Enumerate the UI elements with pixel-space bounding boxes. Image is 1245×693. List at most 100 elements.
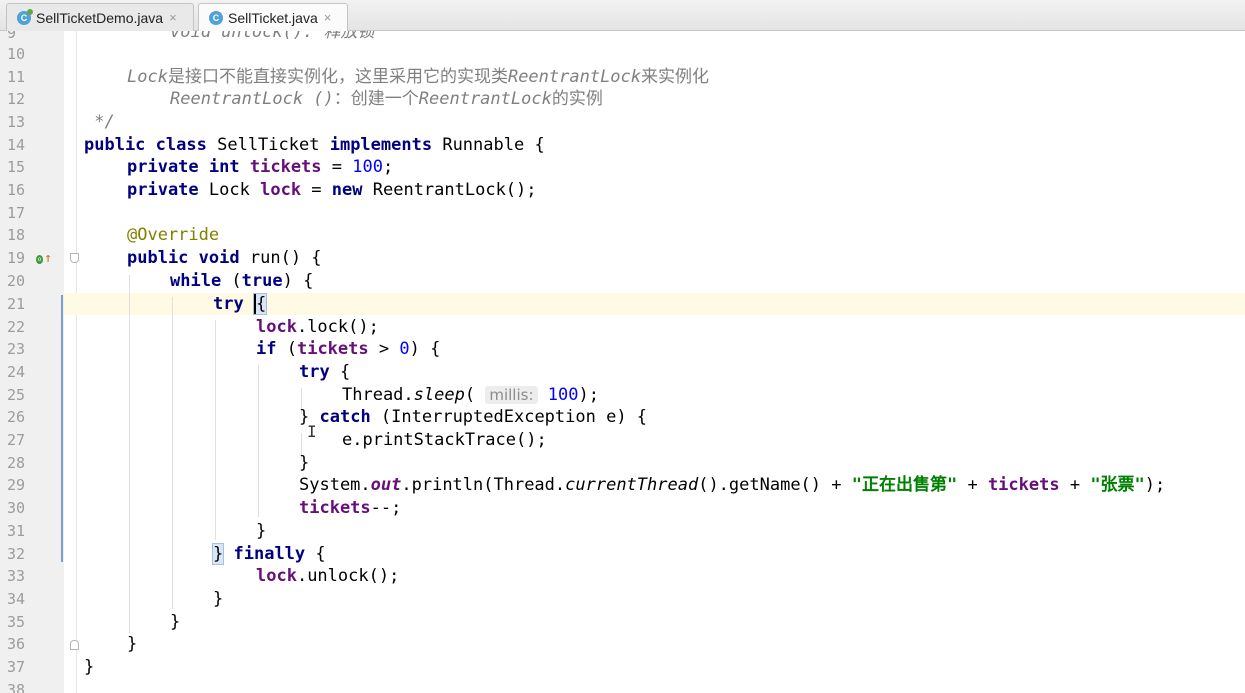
line-number: 15 bbox=[7, 158, 26, 176]
editor-tab-bar: C SellTicketDemo.java × C SellTicket.jav… bbox=[0, 0, 1245, 31]
code-token: class bbox=[155, 135, 207, 155]
line-number: 35 bbox=[7, 613, 26, 631]
code-token: void bbox=[198, 248, 240, 268]
code-line: } bbox=[84, 656, 94, 678]
code-token: = bbox=[321, 157, 353, 177]
line-number: 19 bbox=[7, 249, 26, 267]
code-token: tickets bbox=[987, 475, 1060, 495]
java-class-icon: C bbox=[209, 10, 223, 25]
code-token: ( bbox=[221, 271, 242, 291]
code-token: "正在出售第" bbox=[851, 475, 958, 495]
line-number: 16 bbox=[7, 181, 26, 199]
line-number: 14 bbox=[7, 136, 26, 154]
tab-label: SellTicketDemo.java bbox=[36, 9, 164, 26]
close-icon[interactable]: × bbox=[169, 10, 177, 25]
line-number: 10 bbox=[7, 45, 26, 63]
code-token: ) { bbox=[282, 271, 314, 291]
line-number: 11 bbox=[7, 68, 26, 86]
override-method-icon[interactable]: o ↑ bbox=[36, 248, 52, 270]
line-number: 38 bbox=[7, 681, 26, 693]
code-line: } finally { bbox=[211, 543, 326, 565]
code-token: tickets bbox=[296, 339, 369, 359]
indent-guide bbox=[258, 365, 259, 517]
code-token: ); bbox=[578, 385, 599, 405]
tab-label: SellTicket.java bbox=[228, 9, 318, 26]
tab-sellticket[interactable]: C SellTicket.java × bbox=[198, 3, 348, 31]
code-token: Runnable { bbox=[442, 135, 545, 155]
code-line: @Override bbox=[127, 224, 219, 246]
code-token: Thread. bbox=[342, 385, 414, 405]
code-token: + bbox=[957, 475, 988, 495]
line-number: 23 bbox=[7, 340, 26, 358]
line-number: 17 bbox=[7, 204, 26, 222]
code-line: public void run() { bbox=[127, 247, 322, 269]
gutter-separator bbox=[76, 31, 77, 693]
code-token: tickets bbox=[249, 157, 322, 177]
code-line: System.out.println(Thread.currentThread(… bbox=[299, 474, 1165, 496]
fold-icon[interactable] bbox=[70, 640, 79, 650]
code-token: + bbox=[1059, 475, 1091, 495]
code-token: Lock bbox=[208, 180, 250, 200]
code-token: private bbox=[127, 157, 199, 177]
code-line: lock.lock(); bbox=[256, 316, 379, 338]
tab-sellticketdemo[interactable]: C SellTicketDemo.java × bbox=[6, 3, 194, 31]
brace-match: } bbox=[211, 543, 225, 565]
code-line: */ bbox=[84, 112, 115, 132]
code-line: } bbox=[299, 452, 309, 474]
code-token: { bbox=[305, 544, 326, 564]
code-token: } bbox=[299, 453, 310, 473]
line-number: 37 bbox=[7, 658, 26, 676]
line-number: 26 bbox=[7, 408, 26, 426]
code-token: catch bbox=[319, 407, 371, 427]
line-number: 33 bbox=[7, 567, 26, 585]
code-token: true bbox=[241, 271, 283, 291]
line-number: 25 bbox=[7, 386, 26, 404]
code-token: 100 bbox=[547, 385, 579, 405]
line-number: 36 bbox=[7, 635, 26, 653]
indent-guide bbox=[215, 320, 216, 540]
code-line: private Lock lock = new ReentrantLock(); bbox=[127, 179, 537, 201]
line-number: 21 bbox=[7, 295, 26, 313]
code-token: = bbox=[301, 180, 332, 200]
code-line: } bbox=[170, 611, 180, 633]
code-line: public class SellTicket implements Runna… bbox=[84, 134, 545, 156]
code-line: } bbox=[213, 588, 223, 610]
line-number: 13 bbox=[7, 113, 26, 131]
code-token: out bbox=[370, 475, 402, 495]
brace-match: { bbox=[252, 293, 268, 315]
code-token: } bbox=[127, 634, 138, 654]
code-token: currentThread bbox=[565, 475, 699, 495]
code-line: try { bbox=[213, 293, 268, 315]
code-token: --; bbox=[370, 498, 402, 518]
code-token: } bbox=[256, 521, 267, 541]
code-token: lock bbox=[256, 317, 297, 337]
line-number: 24 bbox=[7, 363, 26, 381]
code-token: sleep bbox=[413, 385, 465, 405]
code-token: public bbox=[84, 135, 146, 155]
code-line: private int tickets = 100; bbox=[127, 156, 393, 178]
code-line: if (tickets > 0) { bbox=[256, 338, 440, 360]
code-token: ); bbox=[1144, 475, 1166, 495]
code-token: ReentrantLock(); bbox=[372, 180, 537, 200]
code-token: lock bbox=[260, 180, 302, 200]
code-token: .println(Thread. bbox=[401, 475, 566, 495]
code-line: e.printStackTrace(); bbox=[342, 429, 547, 451]
close-icon[interactable]: × bbox=[324, 10, 332, 25]
code-token: .lock(); bbox=[296, 317, 379, 337]
code-editor[interactable]: 9 10 11 12 13 14 15 16 17 18 19 20 21 22… bbox=[0, 31, 1245, 693]
code-token: .unlock(); bbox=[296, 566, 400, 586]
code-token: public bbox=[127, 248, 189, 268]
code-token: ) { bbox=[409, 339, 441, 359]
code-line: ReentrantLock ()：创建一个ReentrantLock的实例 bbox=[170, 89, 603, 109]
code-line: } bbox=[127, 633, 137, 655]
code-token: } bbox=[84, 657, 95, 677]
code-token: "张票" bbox=[1090, 475, 1145, 495]
code-line: while (true) { bbox=[170, 270, 313, 292]
code-line: Lock是接口不能直接实例化，这里采用它的实现类ReentrantLock来实例… bbox=[127, 67, 710, 87]
fold-icon[interactable] bbox=[70, 253, 79, 263]
code-line: lock.unlock(); bbox=[256, 565, 399, 587]
code-line: } bbox=[256, 520, 266, 542]
code-token: { bbox=[339, 362, 351, 382]
line-number: 30 bbox=[7, 499, 26, 517]
code-token: ( bbox=[276, 339, 297, 359]
